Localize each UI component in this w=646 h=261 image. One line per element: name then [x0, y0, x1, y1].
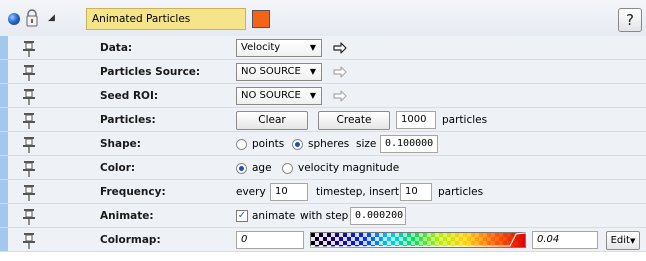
row-particles-source: Particles Source: NO SOURCE ▼ [0, 60, 646, 84]
shape-spheres-label: spheres [308, 138, 350, 150]
row-frequency: Frequency: every 10 timestep, insert 10 … [0, 180, 646, 204]
pushpin-icon[interactable] [23, 64, 35, 81]
row-seed-roi: Seed ROI: NO SOURCE ▼ [0, 84, 646, 108]
right-arrow-icon[interactable] [332, 64, 348, 80]
row-colormap: Colormap: 0 0.04 Edit▼ [0, 228, 646, 252]
frequency-mid-label: timestep, insert [316, 186, 400, 198]
pushpin-icon[interactable] [23, 232, 35, 249]
row-shape: Shape: points spheres size 0.100000 [0, 132, 646, 156]
chevron-down-icon: ▼ [309, 43, 316, 52]
step-input[interactable]: 0.000200 [350, 207, 406, 225]
seed-roi-select[interactable]: NO SOURCE ▼ [236, 87, 322, 105]
color-swatch[interactable] [252, 10, 270, 28]
row-label: Shape: [100, 138, 141, 150]
particles-source-select[interactable]: NO SOURCE ▼ [236, 63, 322, 81]
chevron-down-icon: ▼ [309, 67, 316, 76]
row-label: Frequency: [100, 186, 166, 198]
lock-icon[interactable] [26, 9, 38, 27]
chevron-down-icon: ▼ [309, 91, 316, 100]
row-color: Color: age velocity magnitude [0, 156, 646, 180]
row-label: Data: [100, 42, 133, 54]
pushpin-icon[interactable] [23, 184, 35, 201]
right-arrow-icon[interactable] [332, 40, 348, 56]
pushpin-icon[interactable] [23, 160, 35, 177]
edit-label: Edit [610, 235, 630, 246]
row-data: Data: Velocity ▼ [0, 36, 646, 60]
right-arrow-icon[interactable] [332, 88, 348, 104]
frequency-every-label: every [236, 186, 266, 198]
color-age-radio[interactable] [236, 163, 247, 174]
row-label: Animate: [100, 210, 154, 222]
collapse-triangle-icon[interactable]: ◢ [48, 11, 55, 25]
shape-spheres-radio[interactable] [292, 139, 303, 150]
chevron-down-icon: ▼ [629, 237, 636, 245]
seed-roi-value: NO SOURCE [241, 90, 301, 101]
color-age-label: age [252, 162, 272, 174]
pushpin-icon[interactable] [23, 40, 35, 57]
blue-sphere-icon[interactable] [8, 13, 20, 25]
shape-points-radio[interactable] [236, 139, 247, 150]
pushpin-icon[interactable] [23, 112, 35, 129]
pushpin-icon[interactable] [23, 88, 35, 105]
frequency-every-input[interactable]: 10 [270, 183, 308, 201]
row-label: Seed ROI: [100, 90, 159, 102]
colormap-edit-button[interactable]: Edit▼ [606, 231, 640, 250]
step-label: with step [300, 210, 349, 222]
help-button[interactable]: ? [618, 8, 642, 32]
pushpin-icon[interactable] [23, 208, 35, 225]
animate-checkbox[interactable]: ✓ [236, 210, 248, 222]
row-label: Colormap: [100, 234, 161, 246]
colormap-opacity-curve[interactable] [310, 232, 526, 248]
node-header: ◢ Animated Particles ? [0, 0, 646, 36]
row-label: Particles: [100, 114, 156, 126]
pushpin-icon[interactable] [23, 136, 35, 153]
node-title-field[interactable]: Animated Particles [86, 8, 246, 30]
frequency-unit-label: particles [438, 186, 484, 198]
shape-size-label: size [356, 138, 377, 150]
row-label: Particles Source: [100, 66, 201, 78]
animate-checkbox-label: animate [252, 210, 296, 222]
data-select[interactable]: Velocity ▼ [236, 39, 322, 57]
frequency-insert-input[interactable]: 10 [400, 183, 432, 201]
create-button[interactable]: Create [318, 111, 390, 130]
particles-source-value: NO SOURCE [241, 66, 301, 77]
data-select-value: Velocity [241, 42, 281, 53]
particles-unit-label: particles [442, 114, 488, 126]
colormap-max-input[interactable]: 0.04 [532, 231, 598, 249]
clear-button[interactable]: Clear [236, 111, 308, 130]
row-label: Color: [100, 162, 136, 174]
shape-size-input[interactable]: 0.100000 [380, 135, 438, 153]
colormap-min-input[interactable]: 0 [236, 231, 304, 249]
color-velocity-label: velocity magnitude [298, 162, 400, 174]
particle-count-input[interactable]: 1000 [396, 111, 436, 129]
row-animate: Animate: ✓ animate with step 0.000200 [0, 204, 646, 228]
color-velocity-radio[interactable] [282, 163, 293, 174]
row-particles: Particles: Clear Create 1000 particles [0, 108, 646, 132]
shape-points-label: points [252, 138, 285, 150]
